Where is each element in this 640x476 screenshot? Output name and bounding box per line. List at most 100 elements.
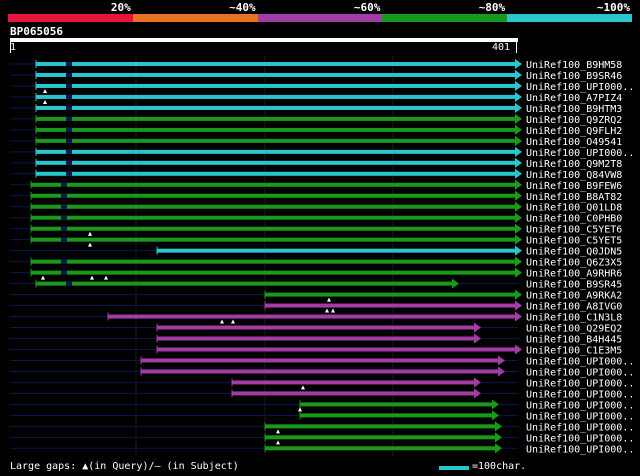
hit-bar[interactable] <box>31 226 515 231</box>
hit-name-link[interactable]: UniRef100_UPI000.. <box>526 444 634 455</box>
hit-name-link[interactable]: UniRef100_Q01LD8 <box>526 203 622 214</box>
hit-name-link[interactable]: UniRef100_A7PIZ4 <box>526 93 622 104</box>
hit-row[interactable]: UniRef100_Q9M2T8 <box>10 157 622 170</box>
hit-row[interactable]: UniRef100_B9HTM3 <box>10 102 622 115</box>
hit-name-link[interactable]: UniRef100_B9FEW6 <box>526 181 622 192</box>
hit-bar[interactable] <box>36 127 515 132</box>
hit-row[interactable]: UniRef100_C5YET6 <box>10 223 622 236</box>
hit-name-link[interactable]: UniRef100_O49541 <box>526 137 622 148</box>
hit-bar[interactable] <box>141 358 498 363</box>
hit-row[interactable]: UniRef100_Q9FLH2 <box>10 124 622 137</box>
hit-row[interactable]: UniRef100_Q6Z3X5 <box>10 256 622 269</box>
hit-bar[interactable] <box>31 237 515 242</box>
hit-row[interactable]: UniRef100_A9RHR6 <box>10 267 622 280</box>
hit-name-link[interactable]: UniRef100_UPI000.. <box>526 367 634 378</box>
hit-bar[interactable] <box>36 83 515 88</box>
hit-name-link[interactable]: UniRef100_Q6Z3X5 <box>526 258 622 269</box>
hit-bar[interactable] <box>157 325 474 330</box>
hit-name-link[interactable]: UniRef100_B8AT82 <box>526 192 622 203</box>
hit-name-link[interactable]: UniRef100_UPI000.. <box>526 389 634 400</box>
hit-name-link[interactable]: UniRef100_UPI000.. <box>526 433 634 444</box>
hit-row[interactable]: UniRef100_UPI000.. <box>10 432 634 445</box>
hit-bar[interactable] <box>31 204 515 209</box>
hit-row[interactable]: UniRef100_C1N3L8 <box>10 311 622 324</box>
hit-row[interactable]: UniRef100_Q29EQ2 <box>10 322 622 335</box>
hit-row[interactable]: UniRef100_Q84VW8 <box>10 168 622 181</box>
hit-row[interactable]: UniRef100_UPI000.. <box>10 377 634 390</box>
hit-name-link[interactable]: UniRef100_A9RKA2 <box>526 291 622 302</box>
hit-bar[interactable] <box>108 314 515 319</box>
hit-row[interactable]: UniRef100_B8AT82 <box>10 190 622 203</box>
hit-name-link[interactable]: UniRef100_C5YET6 <box>526 225 622 236</box>
hit-bar[interactable] <box>300 402 492 407</box>
hit-row[interactable]: UniRef100_O49541 <box>10 135 622 148</box>
hit-bar[interactable] <box>157 336 474 341</box>
hit-row[interactable]: UniRef100_Q0JDN5 <box>10 245 622 258</box>
hit-name-link[interactable]: UniRef100_C5YET5 <box>526 236 622 247</box>
hit-name-link[interactable]: UniRef100_Q9M2T8 <box>526 159 622 170</box>
hit-name-link[interactable]: UniRef100_B9SR45 <box>526 280 622 291</box>
hit-bar[interactable] <box>36 116 515 121</box>
hit-name-link[interactable]: UniRef100_UPI000.. <box>526 411 634 422</box>
hit-bar[interactable] <box>36 105 515 110</box>
hit-name-link[interactable]: UniRef100_A9RHR6 <box>526 269 622 280</box>
hit-bar[interactable] <box>265 292 515 297</box>
hit-name-link[interactable]: UniRef100_UPI000.. <box>526 148 634 159</box>
hit-name-link[interactable]: UniRef100_C1E3M5 <box>526 345 622 356</box>
hit-bar[interactable] <box>36 138 515 143</box>
hit-bar[interactable] <box>36 149 515 154</box>
hit-bar[interactable] <box>36 62 515 66</box>
hit-row[interactable]: UniRef100_UPI000.. <box>10 388 634 400</box>
hit-row[interactable]: UniRef100_UPI000.. <box>10 399 634 412</box>
hit-bar[interactable] <box>36 160 515 165</box>
hit-row[interactable]: UniRef100_UPI000.. <box>10 410 634 422</box>
hit-row[interactable]: UniRef100_UPI000.. <box>10 80 634 93</box>
hit-bar[interactable] <box>157 248 515 253</box>
hit-bar[interactable] <box>31 270 515 275</box>
hit-name-link[interactable]: UniRef100_C0PHB0 <box>526 214 622 225</box>
hit-row[interactable]: UniRef100_UPI000.. <box>10 421 634 434</box>
hit-row[interactable]: UniRef100_UPI000.. <box>10 443 634 455</box>
hit-name-link[interactable]: UniRef100_UPI000.. <box>526 400 634 411</box>
hit-bar[interactable] <box>265 435 495 440</box>
hit-bar[interactable] <box>31 193 515 198</box>
hit-row[interactable]: UniRef100_B9SR45 <box>10 278 622 291</box>
hit-row[interactable]: UniRef100_A8IVG0 <box>10 300 622 313</box>
hit-row[interactable]: UniRef100_B4H445 <box>10 333 622 346</box>
hit-row[interactable]: UniRef100_A7PIZ4 <box>10 91 622 104</box>
hit-name-link[interactable]: UniRef100_A8IVG0 <box>526 302 622 313</box>
hit-row[interactable]: UniRef100_C5YET5 <box>10 234 622 247</box>
hit-bar[interactable] <box>31 215 515 220</box>
hit-name-link[interactable]: UniRef100_Q9FLH2 <box>526 126 622 137</box>
hit-bar[interactable] <box>36 72 515 77</box>
hit-name-link[interactable]: UniRef100_Q9ZRQ2 <box>526 115 622 126</box>
hit-row[interactable]: UniRef100_UPI000.. <box>10 146 634 159</box>
hit-name-link[interactable]: UniRef100_Q29EQ2 <box>526 324 622 335</box>
hit-name-link[interactable]: UniRef100_UPI000.. <box>526 82 634 93</box>
hit-name-link[interactable]: UniRef100_B4H445 <box>526 335 622 346</box>
hit-bar[interactable] <box>36 171 515 176</box>
hit-name-link[interactable]: UniRef100_UPI000.. <box>526 422 634 433</box>
hit-name-link[interactable]: UniRef100_B9HTM3 <box>526 104 622 115</box>
hit-bar[interactable] <box>232 391 474 396</box>
hit-row[interactable]: UniRef100_Q01LD8 <box>10 201 622 214</box>
hit-bar[interactable] <box>31 182 515 187</box>
hit-name-link[interactable]: UniRef100_B9SR46 <box>526 71 622 82</box>
hit-name-link[interactable]: UniRef100_UPI000.. <box>526 356 634 367</box>
hit-bar[interactable] <box>300 413 492 418</box>
hit-bar[interactable] <box>265 424 495 429</box>
hit-row[interactable]: UniRef100_B9HM58 <box>10 59 622 71</box>
hit-bar[interactable] <box>36 281 452 286</box>
hit-name-link[interactable]: UniRef100_Q84VW8 <box>526 170 622 181</box>
hit-name-link[interactable]: UniRef100_Q0JDN5 <box>526 247 622 258</box>
hit-row[interactable]: UniRef100_UPI000.. <box>10 366 634 378</box>
hit-row[interactable]: UniRef100_C0PHB0 <box>10 212 622 225</box>
hit-bar[interactable] <box>141 369 498 374</box>
hit-bar[interactable] <box>265 303 515 308</box>
hit-row[interactable]: UniRef100_UPI000.. <box>10 355 634 367</box>
hit-row[interactable]: UniRef100_B9FEW6 <box>10 179 622 192</box>
hit-bar[interactable] <box>157 347 515 352</box>
hit-bar[interactable] <box>31 259 515 264</box>
hit-name-link[interactable]: UniRef100_UPI000.. <box>526 378 634 389</box>
hit-bar[interactable] <box>265 446 495 451</box>
